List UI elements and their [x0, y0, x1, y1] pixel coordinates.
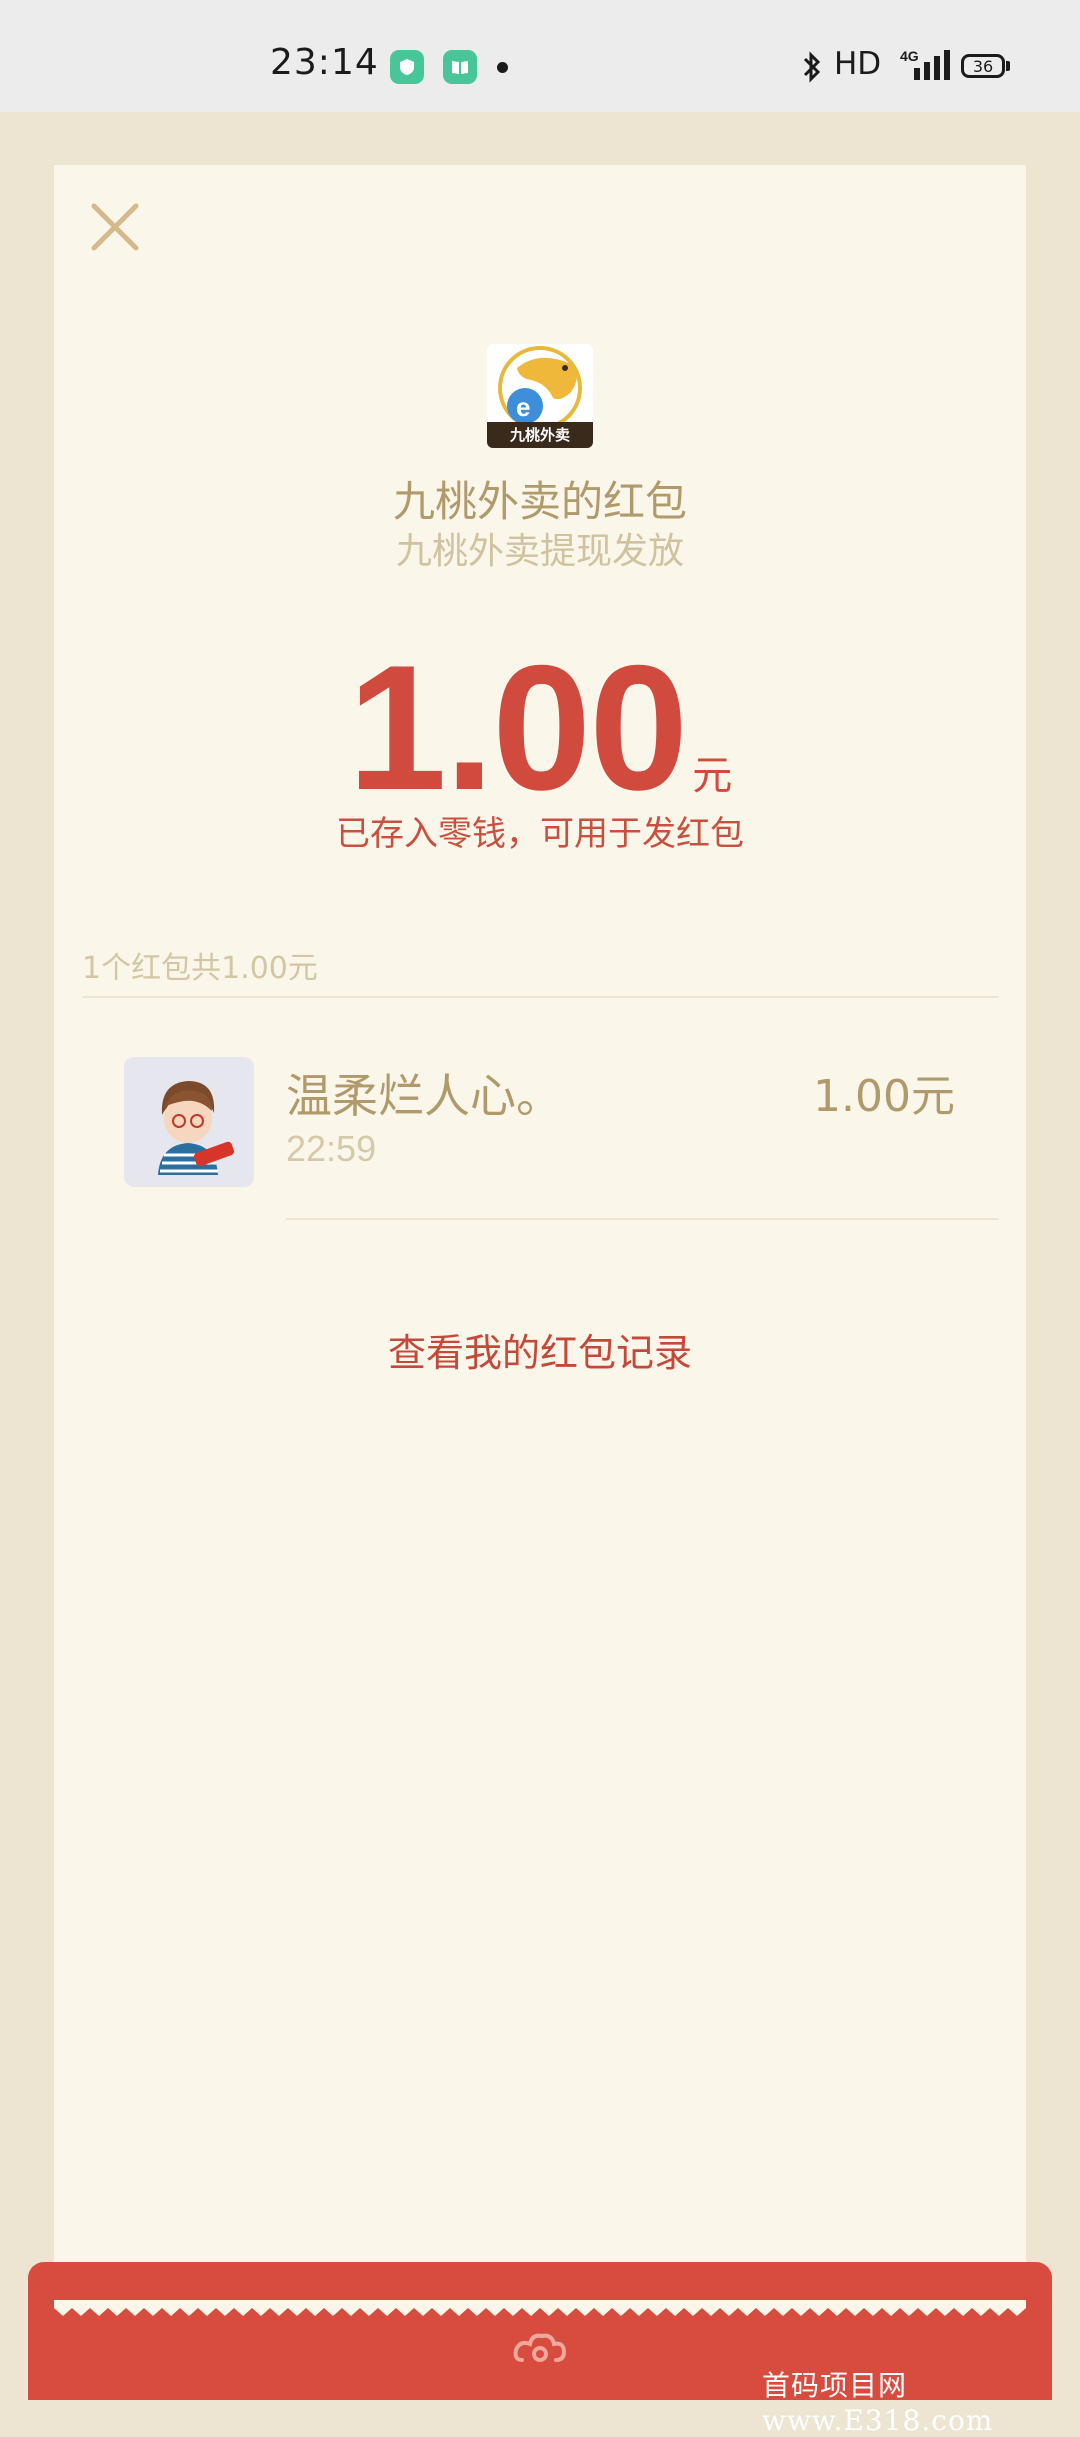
svg-text:e: e	[516, 392, 530, 422]
divider	[82, 996, 999, 998]
battery-icon: 36	[961, 54, 1005, 78]
signal-icon: 4G	[900, 48, 950, 80]
shield-app-icon	[390, 50, 424, 84]
list-item[interactable]: 温柔烂人心。 22:59 1.00元	[82, 1032, 999, 1222]
sender-title: 九桃外卖的红包	[392, 477, 687, 526]
sender-subtitle: 九桃外卖提现发放	[395, 531, 684, 572]
watermark: 首码项目网 www.E318.com	[762, 2369, 994, 2437]
battery-tip	[1006, 61, 1010, 71]
amount-display: 1.00 元	[0, 625, 1080, 830]
record-amount: 1.00元	[813, 1071, 955, 1122]
record-name: 温柔烂人心。	[286, 1069, 562, 1123]
divider	[286, 1218, 999, 1220]
packet-summary: 1个红包共1.00元	[82, 951, 318, 986]
amount-value: 1.00	[347, 628, 688, 827]
amount-unit: 元	[692, 753, 733, 799]
cloud-ornament-icon	[513, 2333, 567, 2362]
sender-logo: e 九桃外卖	[487, 344, 593, 448]
svg-text:4G: 4G	[900, 48, 919, 64]
logo-label: 九桃外卖	[487, 422, 593, 448]
amount-note: 已存入零钱，可用于发红包	[336, 814, 744, 854]
zigzag-edge	[54, 2300, 1026, 2316]
view-history-link[interactable]: 查看我的红包记录	[0, 1322, 1080, 1377]
avatar	[124, 1057, 254, 1187]
record-time: 22:59	[286, 1128, 377, 1169]
status-time: 23:14	[270, 42, 379, 83]
boy-avatar-icon	[158, 1081, 235, 1175]
book-app-icon	[443, 50, 477, 84]
hd-indicator: HD	[834, 46, 882, 82]
close-button[interactable]	[88, 200, 142, 254]
bluetooth-icon	[803, 51, 821, 83]
notification-dot	[497, 62, 508, 73]
